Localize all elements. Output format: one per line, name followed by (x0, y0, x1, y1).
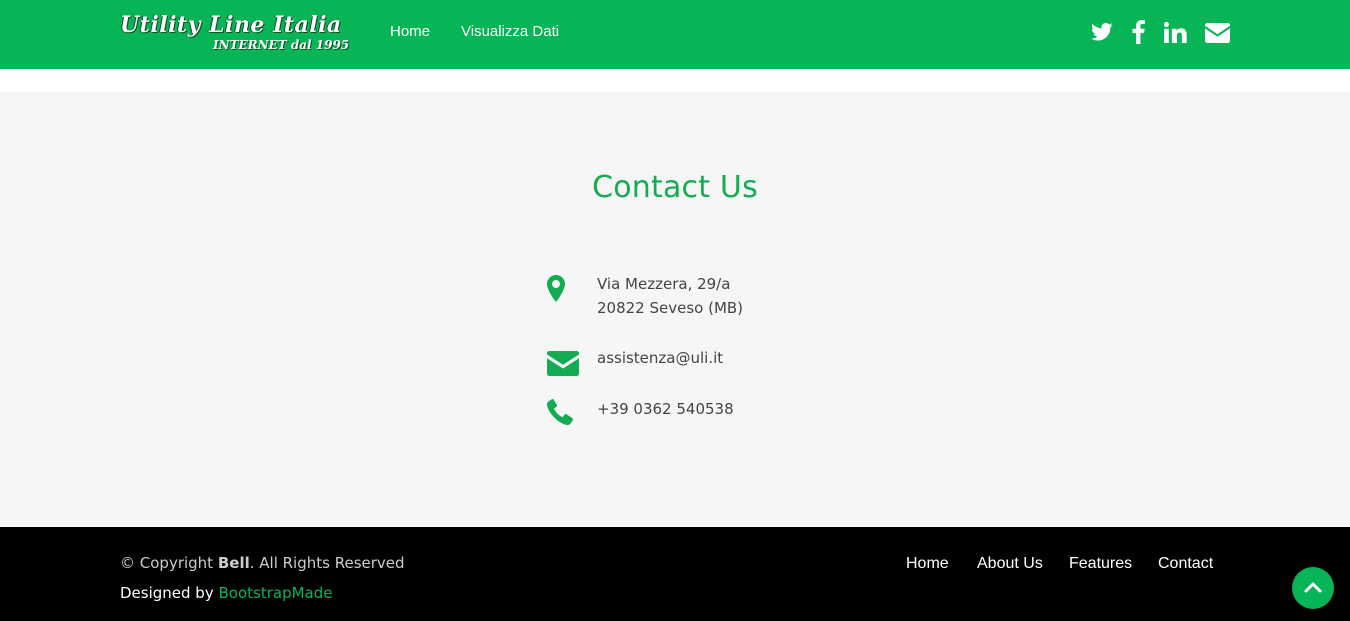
nav-home-link[interactable]: Home (390, 23, 430, 40)
footer-link-contact[interactable]: Contact (1158, 555, 1213, 573)
footer: © Copyright Bell. All Rights Reserved De… (0, 527, 1350, 621)
copyright-prefix: © Copyright (120, 554, 218, 572)
logo-title: Utility Line Italia (120, 12, 342, 38)
contact-phone[interactable]: +39 0362 540538 (597, 397, 734, 421)
site-logo[interactable]: Utility Line Italia INTERNET dal 1995 (120, 12, 352, 54)
phone-icon (546, 398, 573, 430)
envelope-icon[interactable] (1205, 23, 1230, 51)
nav-visualizza-dati-link[interactable]: Visualizza Dati (461, 23, 559, 40)
navbar: Utility Line Italia INTERNET dal 1995 Ho… (0, 0, 1350, 69)
twitter-icon[interactable] (1091, 22, 1113, 50)
facebook-icon[interactable] (1132, 20, 1145, 48)
address-line-2: 20822 Seveso (MB) (597, 299, 744, 317)
back-to-top-button[interactable] (1292, 567, 1334, 609)
address-line-1: Via Mezzera, 29/a (597, 275, 731, 293)
footer-link-features[interactable]: Features (1069, 555, 1132, 573)
copyright-text: © Copyright Bell. All Rights Reserved (120, 554, 405, 572)
envelope-icon (547, 351, 579, 381)
footer-link-home[interactable]: Home (906, 555, 949, 573)
map-marker-icon (547, 275, 565, 307)
bootstrapmade-link[interactable]: BootstrapMade (218, 584, 332, 602)
contact-title: Contact Us (592, 170, 758, 205)
contact-section: Contact Us Via Mezzera, 29/a 20822 Seves… (0, 92, 1350, 527)
chevron-up-icon (1304, 582, 1322, 593)
linkedin-icon[interactable] (1164, 22, 1187, 50)
logo-subtitle: INTERNET dal 1995 (213, 38, 350, 52)
copyright-suffix: . All Rights Reserved (249, 554, 405, 572)
designed-prefix: Designed by (120, 584, 219, 602)
footer-link-about-us[interactable]: About Us (977, 555, 1043, 573)
contact-email[interactable]: assistenza@uli.it (597, 346, 723, 370)
copyright-brand: Bell (217, 554, 250, 572)
designed-by-text: Designed by BootstrapMade (120, 584, 332, 602)
